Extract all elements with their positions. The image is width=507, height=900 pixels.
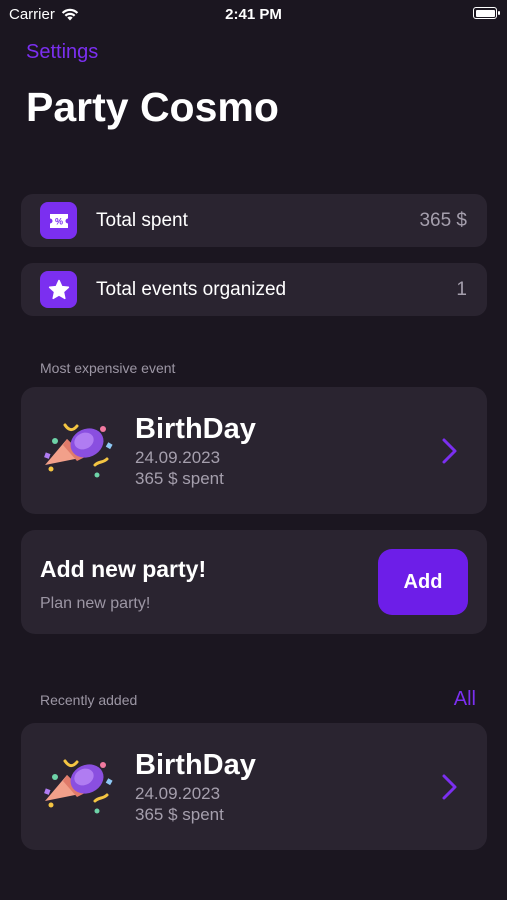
event-spent: 365 $ spent bbox=[135, 469, 224, 488]
star-icon bbox=[40, 271, 77, 308]
event-date: 24.09.2023 bbox=[135, 784, 221, 803]
all-link[interactable]: All bbox=[454, 688, 476, 711]
status-bar: Carrier 2:41 PM bbox=[0, 0, 507, 30]
stat-label: Total events organized bbox=[96, 278, 287, 300]
add-party-subtitle: Plan new party! bbox=[40, 595, 151, 612]
status-time: 2:41 PM bbox=[225, 6, 282, 23]
chevron-right-icon bbox=[442, 774, 457, 800]
stat-label: Total spent bbox=[96, 209, 188, 231]
event-name: BirthDay bbox=[135, 413, 256, 445]
party-popper-icon bbox=[44, 759, 113, 814]
recent-event-card[interactable]: BirthDay 24.09.2023 365 $ spent bbox=[21, 723, 487, 850]
recently-added-section-label: Recently added bbox=[40, 692, 138, 708]
total-spent-row: % Total spent 365 $ bbox=[21, 194, 487, 247]
stat-value: 1 bbox=[456, 278, 467, 300]
chevron-right-icon bbox=[442, 438, 457, 464]
most-expensive-section-label: Most expensive event bbox=[40, 360, 176, 376]
ticket-icon: % bbox=[40, 202, 77, 239]
event-date: 24.09.2023 bbox=[135, 448, 221, 467]
add-button[interactable]: Add bbox=[378, 549, 468, 615]
svg-text:%: % bbox=[54, 216, 62, 226]
total-events-row: Total events organized 1 bbox=[21, 263, 487, 316]
stat-value: 365 $ bbox=[419, 209, 467, 231]
party-popper-icon bbox=[44, 423, 113, 478]
most-expensive-event-card[interactable]: BirthDay 24.09.2023 365 $ spent bbox=[21, 387, 487, 514]
add-party-card: Add new party! Plan new party! Add bbox=[21, 530, 487, 634]
event-spent: 365 $ spent bbox=[135, 805, 224, 824]
settings-link[interactable]: Settings bbox=[26, 41, 98, 64]
page-title: Party Cosmo bbox=[26, 84, 279, 130]
add-party-title: Add new party! bbox=[40, 556, 207, 582]
event-name: BirthDay bbox=[135, 749, 256, 781]
battery-icon bbox=[473, 7, 500, 19]
